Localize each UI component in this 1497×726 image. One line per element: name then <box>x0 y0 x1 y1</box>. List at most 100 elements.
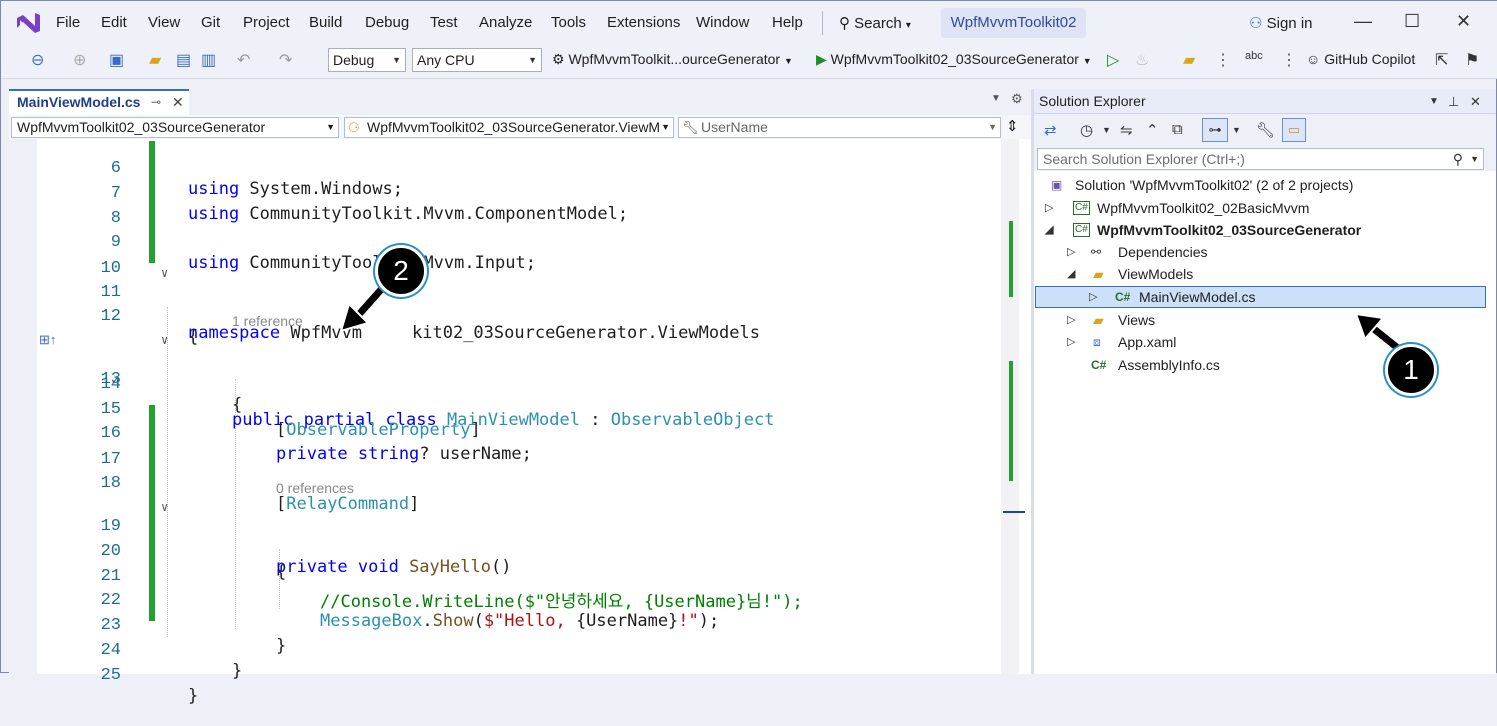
split-editor-icon[interactable]: ⇕ <box>1006 117 1019 135</box>
properties-wrench-icon[interactable]: 🔧︎ <box>1256 121 1275 139</box>
show-all-files-icon[interactable]: ⧉ <box>1172 121 1183 138</box>
sign-in-label: Sign in <box>1266 15 1313 32</box>
collapse-arrow-icon[interactable]: ◢ <box>1045 219 1053 241</box>
track-active-item-icon[interactable]: ⊶ <box>1202 118 1228 142</box>
csharp-file-icon: C# <box>1091 358 1107 372</box>
menu-extensions[interactable]: Extensions <box>607 14 680 31</box>
editor-settings-icon[interactable]: ⚙ <box>1011 91 1023 107</box>
member-nav-select[interactable]: 🔧︎ UserName ▼ <box>678 117 1001 138</box>
nav-type-value: WpfMvvmToolkit02_03SourceGenerator.ViewM <box>367 119 661 135</box>
expand-arrow-icon[interactable]: ▷ <box>1045 197 1053 219</box>
tab-list-chevron-icon[interactable]: ▼ <box>991 93 1001 104</box>
minimize-button[interactable]: — <box>1354 11 1372 32</box>
callout-badge-1: 1 <box>1385 344 1437 396</box>
undo-icon[interactable]: ↶ <box>237 50 250 70</box>
chevron-down-icon: ▼ <box>1082 56 1092 66</box>
nav-project-value: WpfMvvmToolkit02_03SourceGenerator <box>17 119 266 135</box>
tab-mainviewmodel[interactable]: MainViewModel.cs ⊸ ✕ <box>9 89 189 115</box>
tree-item-label: ViewModels <box>1118 266 1194 282</box>
visual-studio-logo-icon <box>17 13 40 33</box>
dependencies-icon: ⚯ <box>1091 245 1102 259</box>
type-nav-select[interactable]: ⚆ WpfMvvmToolkit02_03SourceGenerator.Vie… <box>344 117 674 138</box>
platform-select[interactable]: Any CPU ▼ <box>412 48 542 72</box>
code-line-11: 11 ∨ namespace WpfMvvm kit02_03SourceGene… <box>9 263 1009 343</box>
play-icon: ▶ <box>816 51 827 67</box>
start-debugging-button[interactable]: ▶ WpfMvvmToolkit02_03SourceGenerator ▼ <box>816 51 1092 68</box>
startup-project-value: WpfMvvmToolkit...ourceGenerator <box>568 51 781 67</box>
collapse-all-icon[interactable]: ⌃ <box>1146 121 1159 139</box>
open-folder-icon[interactable]: ▰ <box>149 50 161 70</box>
menu-help[interactable]: Help <box>772 14 803 31</box>
close-icon[interactable]: ✕ <box>1470 89 1481 114</box>
sign-in-button[interactable]: ⚇ Sign in <box>1249 14 1313 32</box>
search-button[interactable]: ⚲ Search ▾ <box>839 14 911 32</box>
format-icon[interactable]: ⋮ <box>1215 50 1231 70</box>
maximize-button[interactable]: ☐ <box>1404 11 1420 32</box>
menu-window[interactable]: Window <box>696 14 749 31</box>
save-all-icon[interactable]: ▥ <box>201 50 216 70</box>
expand-arrow-icon[interactable]: ▷ <box>1067 331 1075 353</box>
code-line-16: 16 private string? userName; <box>9 404 1009 464</box>
pin-icon[interactable]: ⊸ <box>151 91 161 113</box>
solution-explorer-title: Solution Explorer <box>1039 93 1146 109</box>
chevron-down-icon[interactable]: ▼ <box>1232 125 1241 135</box>
sync-icon[interactable]: ⇋ <box>1120 121 1133 139</box>
menu-project[interactable]: Project <box>243 14 290 31</box>
navigate-forward-icon[interactable]: ⊕ <box>73 50 86 70</box>
search-label: Search <box>854 15 902 32</box>
menu-analyze[interactable]: Analyze <box>479 14 532 31</box>
fold-chevron-icon[interactable]: ∨ <box>161 266 168 280</box>
line-number: 18 <box>100 474 121 493</box>
menu-debug[interactable]: Debug <box>365 14 409 31</box>
chevron-down-icon[interactable]: ▼ <box>1429 89 1439 114</box>
expand-arrow-icon[interactable]: ▷ <box>1067 309 1075 331</box>
codelens-reference-hint[interactable]: 0 references <box>276 480 354 496</box>
fold-chevron-icon[interactable]: ∨ <box>161 500 168 514</box>
menu-file[interactable]: File <box>56 14 80 31</box>
chevron-down-icon: ▼ <box>661 122 670 132</box>
inherited-by-icon[interactable]: ⊞↑ <box>39 332 56 348</box>
menu-tools[interactable]: Tools <box>551 14 586 31</box>
fold-chevron-icon[interactable]: ∨ <box>161 333 168 347</box>
code-token: } <box>188 686 199 706</box>
start-without-debugging-icon[interactable]: ▷ <box>1107 50 1119 70</box>
expand-arrow-icon[interactable]: ▷ <box>1089 286 1097 308</box>
menu-view[interactable]: View <box>148 14 180 31</box>
close-icon[interactable]: ✕ <box>172 91 184 113</box>
menu-test[interactable]: Test <box>430 14 458 31</box>
expand-arrow-icon[interactable]: ▷ <box>1067 241 1075 263</box>
close-window-button[interactable]: ✕ <box>1456 11 1471 32</box>
comment-icon[interactable]: ⋮ <box>1281 50 1297 70</box>
menu-build[interactable]: Build <box>309 14 342 31</box>
pin-icon[interactable]: ⊥ <box>1448 89 1459 114</box>
preview-selected-items-icon[interactable]: ▭ <box>1282 118 1306 142</box>
code-editor[interactable]: 6 using System.Windows; 7 using Communit… <box>9 139 1031 706</box>
redo-icon[interactable]: ↷ <box>279 50 292 70</box>
pending-changes-icon[interactable]: ◷ <box>1080 121 1093 139</box>
collapse-arrow-icon[interactable]: ◢ <box>1067 263 1075 285</box>
search-placeholder: Search Solution Explorer (Ctrl+;) <box>1043 151 1245 167</box>
solution-name-badge[interactable]: WpfMvvmToolkit02 <box>941 8 1086 38</box>
configuration-select[interactable]: Debug ▼ <box>328 48 406 72</box>
code-line-21: 21 //Console.WriteLine($"안녕하세요, {UserNam… <box>9 547 1009 612</box>
code-line-22: 22 MessageBox.Show($"Hello, {UserName}!"… <box>9 571 1009 631</box>
github-copilot-button[interactable]: ☺ GitHub Copilot <box>1306 51 1415 67</box>
hot-reload-icon[interactable]: ♨ <box>1135 50 1149 70</box>
switch-views-icon[interactable]: ⇄ <box>1044 121 1057 139</box>
share-icon[interactable]: ⇱ <box>1435 50 1448 70</box>
navigate-back-icon[interactable]: ⊖ <box>31 50 44 70</box>
new-project-icon[interactable]: ▣ <box>109 50 124 70</box>
menu-edit[interactable]: Edit <box>101 14 127 31</box>
startup-project-select[interactable]: ⚙ WpfMvvmToolkit...ourceGenerator ▼ <box>552 51 793 68</box>
solution-folder-icon[interactable]: ▰ <box>1183 50 1195 70</box>
code-line-10: 10 <box>9 239 1009 278</box>
save-icon[interactable]: ▤ <box>176 50 191 70</box>
solution-explorer-search[interactable]: Search Solution Explorer (Ctrl+;) ⚲ ▼ <box>1037 148 1484 170</box>
project-nav-select[interactable]: WpfMvvmToolkit02_03SourceGenerator ▼ <box>11 117 339 138</box>
spell-check-icon[interactable]: abc <box>1245 50 1263 62</box>
feedback-icon[interactable]: ⚑ <box>1465 50 1479 70</box>
codelens-reference-hint[interactable]: 1 reference <box>232 313 303 329</box>
chevron-down-icon[interactable]: ▼ <box>1102 125 1111 135</box>
tree-item-label: Solution 'WpfMvvmToolkit02' (2 of 2 proj… <box>1075 177 1354 193</box>
menu-git[interactable]: Git <box>201 14 220 31</box>
